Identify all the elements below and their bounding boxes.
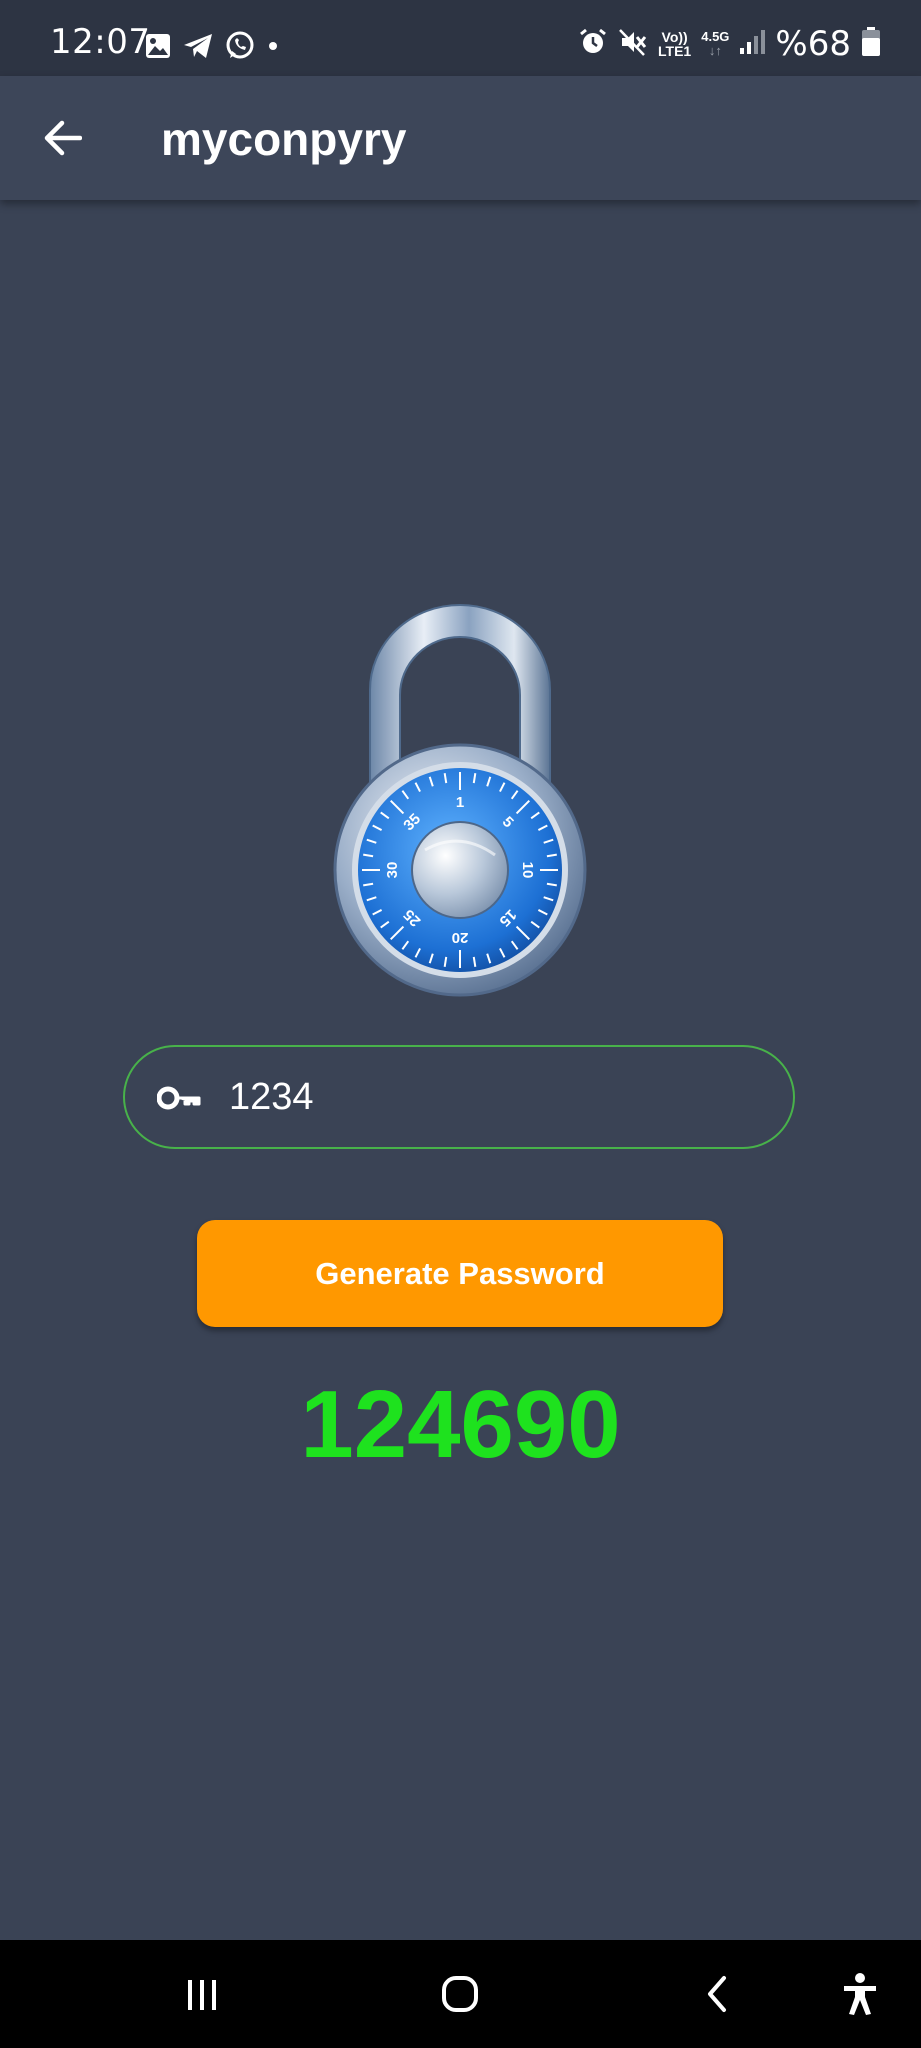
system-nav-bar [0, 1940, 921, 2048]
app-bar: myconpyry [0, 76, 921, 200]
pin-input[interactable] [229, 1065, 749, 1129]
gallery-icon [144, 32, 172, 65]
dial-number: 10 [519, 862, 536, 879]
data-arrows-icon: ↓↑ [708, 43, 722, 58]
status-left-icons [144, 30, 280, 66]
generated-password: 124690 [300, 1371, 621, 1478]
accessibility-button[interactable] [830, 1964, 890, 2024]
accessibility-icon [844, 1973, 876, 2015]
network-label: 4.5G [701, 29, 730, 44]
home-icon [442, 1976, 478, 2012]
pin-field[interactable] [123, 1045, 795, 1149]
key-icon [157, 1086, 201, 1110]
generate-password-button[interactable]: Generate Password [197, 1220, 723, 1327]
network-4.5g-icon: 4.5G ↓↑ [701, 30, 729, 58]
back-icon [708, 1976, 726, 2012]
home-button[interactable] [430, 1964, 490, 2024]
alarm-icon [578, 27, 608, 62]
battery-percent: %68 [775, 24, 851, 64]
telegram-icon [182, 32, 214, 65]
dial-number: 20 [452, 929, 469, 946]
nav-back-button[interactable] [688, 1964, 748, 2024]
arrow-left-icon [44, 120, 82, 156]
battery-icon [861, 26, 881, 62]
padlock-image: 15101520253035 [333, 604, 587, 997]
page-title: myconpyry [161, 113, 407, 165]
dot-icon [266, 39, 280, 58]
dial-number: 1 [456, 794, 464, 811]
lte-label: LTE1 [658, 43, 692, 59]
volte-label: Vo)) [661, 29, 688, 45]
status-right-icons: Vo)) LTE1 4.5G ↓↑ %68 [578, 24, 881, 64]
back-button[interactable] [32, 108, 92, 168]
volte-icon: Vo)) LTE1 [658, 30, 691, 58]
status-time: 12:07 [50, 22, 151, 62]
recents-button[interactable] [172, 1964, 232, 2024]
recents-icon [188, 1980, 216, 2010]
whatsapp-icon [224, 30, 256, 67]
status-bar: 12:07 Vo)) LTE1 4.5G ↓↑ %68 [0, 0, 921, 76]
dial-number: 30 [384, 862, 401, 879]
signal-icon [739, 28, 766, 61]
mute-icon [618, 27, 648, 62]
